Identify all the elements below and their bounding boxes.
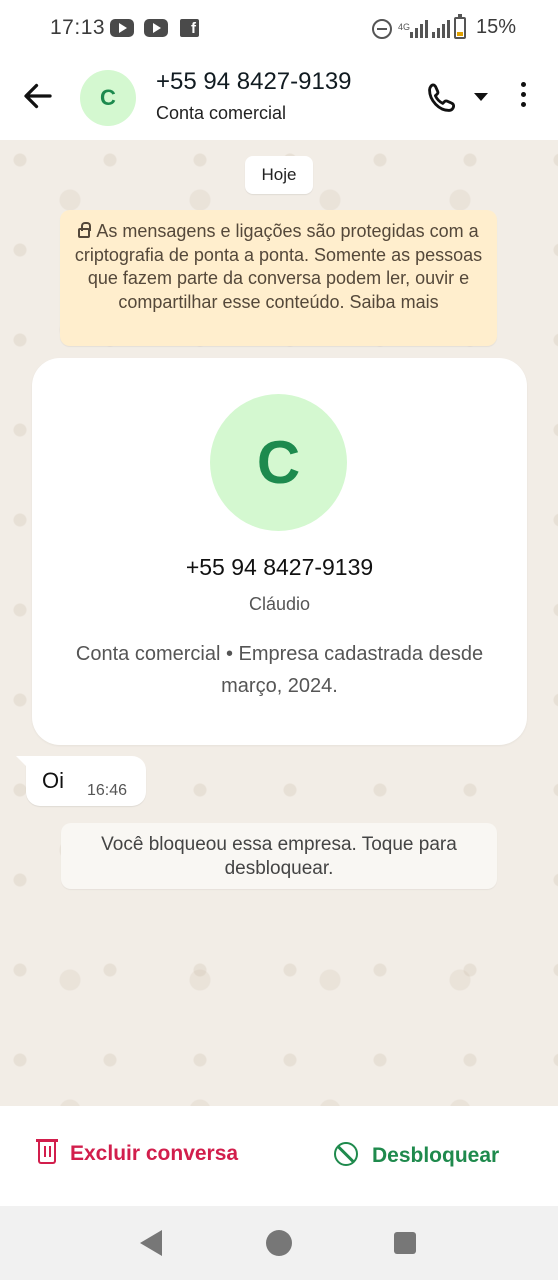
back-arrow-icon[interactable]	[20, 78, 56, 114]
blocked-actions-bar: Excluir conversa Desbloquear	[0, 1106, 558, 1206]
trash-icon	[36, 1139, 58, 1164]
call-options-chevron-down-icon[interactable]	[474, 93, 488, 101]
message-text: Oi	[42, 768, 64, 793]
more-options-icon[interactable]	[516, 82, 530, 112]
contact-subtitle[interactable]: Conta comercial	[156, 103, 286, 124]
youtube-icon	[144, 19, 168, 37]
profile-avatar: C	[210, 394, 347, 531]
lock-icon	[78, 222, 92, 238]
chat-area[interactable]: Hoje As mensagens e ligações são protegi…	[0, 140, 558, 1106]
business-profile-card[interactable]: C +55 94 8427-9139 Cláudio Conta comerci…	[32, 358, 527, 745]
blocked-notice[interactable]: Você bloqueou essa empresa. Toque para d…	[61, 823, 497, 889]
unblock-button[interactable]: Desbloquear	[334, 1142, 499, 1168]
battery-percent: 15%	[475, 16, 516, 38]
chat-header: C +55 94 8427-9139 Conta comercial	[0, 56, 558, 140]
dnd-icon	[372, 19, 392, 39]
nav-back-icon[interactable]	[140, 1230, 162, 1256]
facebook-icon: f	[180, 19, 199, 37]
profile-phone: +55 94 8427-9139	[185, 554, 374, 580]
unblock-label: Desbloquear	[372, 1144, 500, 1167]
nav-home-icon[interactable]	[266, 1230, 292, 1256]
phone-icon[interactable]	[426, 80, 460, 114]
block-icon	[334, 1142, 358, 1166]
profile-name: Cláudio	[248, 594, 311, 614]
incoming-message[interactable]: Oi 16:46	[16, 756, 146, 806]
avatar[interactable]: C	[80, 70, 136, 126]
contact-title[interactable]: +55 94 8427-9139	[156, 68, 352, 96]
encryption-notice[interactable]: As mensagens e ligações são protegidas c…	[60, 210, 497, 346]
status-bar: 17:13 f 4G 15%	[0, 0, 558, 56]
date-chip: Hoje	[245, 156, 313, 194]
encryption-notice-text: As mensagens e ligações são protegidas c…	[74, 221, 483, 312]
profile-description: Conta comercial • Empresa cadastrada des…	[75, 643, 484, 697]
network-type: 4G	[398, 22, 411, 32]
system-nav-bar	[0, 1206, 558, 1280]
message-time: 16:46	[87, 782, 128, 799]
delete-chat-button[interactable]: Excluir conversa	[36, 1139, 239, 1166]
youtube-icon	[110, 19, 134, 37]
battery-icon	[454, 14, 466, 39]
delete-chat-label: Excluir conversa	[70, 1142, 239, 1165]
nav-recents-icon[interactable]	[394, 1232, 416, 1254]
status-time: 17:13	[50, 16, 106, 39]
